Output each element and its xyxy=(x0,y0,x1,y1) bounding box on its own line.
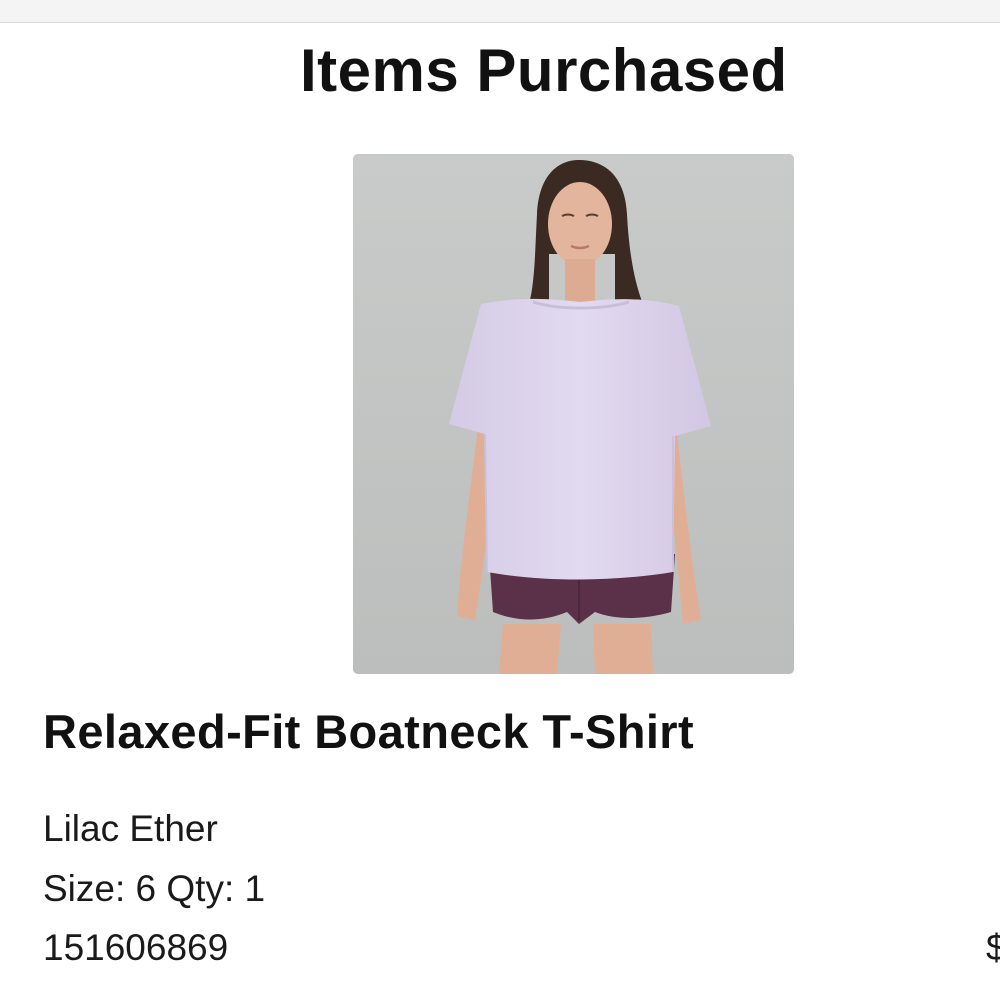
product-price: $ xyxy=(986,927,1000,968)
product-color: Lilac Ether xyxy=(43,808,218,849)
product-name[interactable]: Relaxed-Fit Boatneck T-Shirt xyxy=(43,704,694,759)
browser-top-strip xyxy=(0,0,1000,23)
product-size-quantity: Size: 6 Qty: 1 xyxy=(43,868,266,909)
product-image[interactable] xyxy=(353,154,794,674)
product-sku: 151606869 xyxy=(43,927,229,968)
section-title: Items Purchased xyxy=(300,37,788,104)
